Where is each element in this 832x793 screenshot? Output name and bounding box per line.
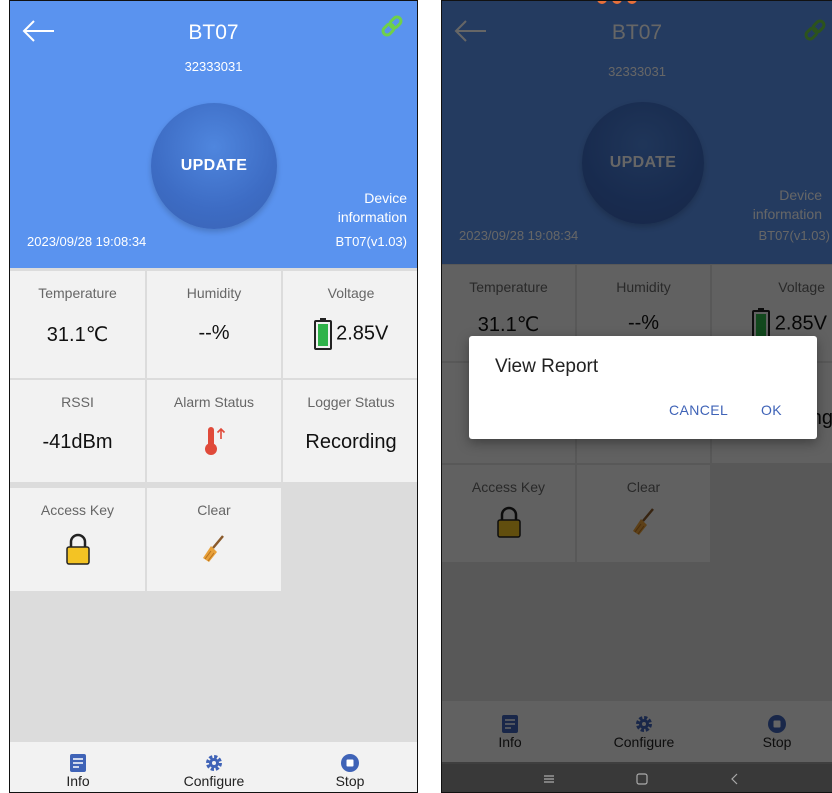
broom-icon <box>203 535 224 562</box>
rssi-tile[interactable]: RSSI -41dBm <box>10 380 145 482</box>
cancel-button[interactable]: CANCEL <box>669 402 728 418</box>
document-icon <box>70 754 86 772</box>
device-header: BT07 32333031 UPDATE Device information … <box>10 1 417 268</box>
stop-icon <box>341 754 359 772</box>
humidity-value: --% <box>198 322 230 344</box>
device-datetime: 2023/09/28 19:08:34 <box>27 234 147 249</box>
temperature-value: 31.1℃ <box>46 324 109 346</box>
logger-status-tile[interactable]: Logger Status Recording <box>283 380 417 482</box>
lock-icon <box>65 533 90 565</box>
bottom-navigation: Info Configure Stop <box>10 742 417 792</box>
nav-stop[interactable]: Stop <box>300 742 400 789</box>
device-screen-with-dialog: BT07 32333031 UPDATE Device information … <box>441 0 832 793</box>
access-key-tile[interactable]: Access Key <box>10 488 145 591</box>
device-serial: 32333031 <box>184 59 243 74</box>
update-button[interactable]: UPDATE <box>151 103 277 229</box>
voltage-tile[interactable]: Voltage 2.85V <box>283 271 417 378</box>
ok-button[interactable]: OK <box>761 402 782 418</box>
device-version: BT07(v1.03) <box>335 234 407 249</box>
device-information-link[interactable]: Device information <box>338 189 407 227</box>
humidity-tile[interactable]: Humidity --% <box>147 271 281 378</box>
device-title: BT07 <box>188 21 239 44</box>
home-icon[interactable] <box>635 772 649 786</box>
voltage-value: 2.85V <box>336 322 389 345</box>
view-report-dialog: View Report CANCEL OK <box>469 336 817 439</box>
link-icon[interactable] <box>379 13 405 39</box>
rssi-value: -41dBm <box>42 431 113 453</box>
logger-status-value: Recording <box>305 431 397 453</box>
dialog-title: View Report <box>495 356 599 377</box>
status-bar-icons <box>597 1 637 4</box>
device-screen: BT07 32333031 UPDATE Device information … <box>9 0 418 793</box>
recent-apps-icon[interactable] <box>542 772 556 786</box>
alarm-status-tile[interactable]: Alarm Status <box>147 380 281 482</box>
gear-icon <box>206 755 222 771</box>
clear-tile[interactable]: Clear <box>147 488 281 591</box>
temperature-tile[interactable]: Temperature 31.1℃ <box>10 271 145 378</box>
battery-icon <box>313 318 332 350</box>
thermometer-alarm-icon <box>205 427 226 455</box>
nav-info[interactable]: Info <box>28 742 128 789</box>
back-icon[interactable] <box>728 772 742 786</box>
nav-configure[interactable]: Configure <box>164 742 264 789</box>
